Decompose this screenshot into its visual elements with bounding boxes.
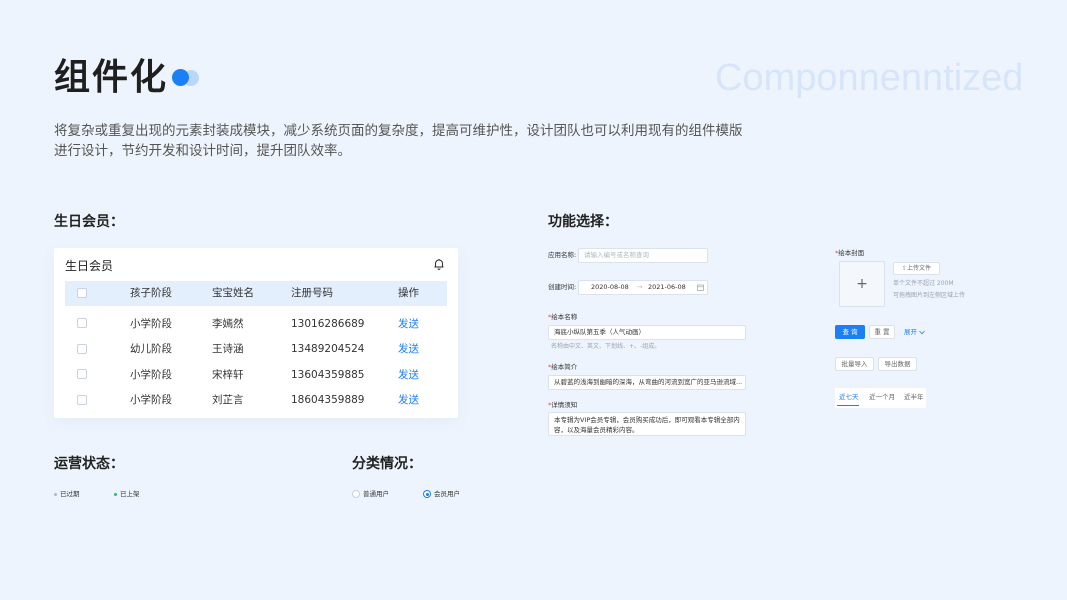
cell-name: 王诗涵 — [212, 343, 244, 355]
page-description: 将复杂或重复出现的元素封装成模块，减少系统页面的复杂度，提高可维护性，设计团队也… — [54, 123, 743, 159]
date-range-picker[interactable]: 2020-08-08 → 2021-06-08 — [578, 280, 708, 295]
radio-member-user-label: 会员用户 — [434, 490, 460, 498]
cover-label: *绘本封面 — [835, 249, 865, 257]
column-header-name: 宝宝姓名 — [212, 287, 254, 299]
tab-last-month[interactable]: 近一个月 — [869, 393, 895, 402]
row-checkbox[interactable] — [77, 369, 87, 379]
export-data-button[interactable]: 导出数据 — [878, 357, 917, 371]
cell-stage: 幼儿阶段 — [130, 343, 172, 355]
book-intro-label: *绘本简介 — [548, 363, 578, 371]
page-title: 组件化 — [54, 57, 169, 98]
column-header-phone: 注册号码 — [291, 287, 333, 299]
row-checkbox[interactable] — [77, 344, 87, 354]
notice-label: *详情须知 — [548, 401, 578, 409]
status-listed-label: 已上架 — [120, 490, 140, 498]
radio-member-user[interactable] — [423, 490, 431, 498]
tab-last-half-year[interactable]: 近半年 — [904, 393, 924, 402]
status-expired-label: 已过期 — [60, 490, 80, 498]
cover-upload-area[interactable]: + — [839, 261, 885, 307]
cell-stage: 小学阶段 — [130, 318, 172, 330]
upload-hint-size: 单个文件不超过 200M — [893, 280, 954, 287]
app-name-placeholder: 请输入编号或名称查询 — [584, 251, 649, 259]
cell-phone: 13604359885 — [291, 369, 365, 381]
member-section-heading: 生日会员： — [54, 214, 124, 230]
row-checkbox[interactable] — [77, 318, 87, 328]
expired-status-dot — [54, 493, 57, 496]
notice-line-1: 本专辑为VIP会员专辑，会员购买成功后，即可观看本专辑全部内 — [554, 416, 740, 424]
notice-line-2: 容，以及海量会员精彩内容。 — [554, 426, 639, 434]
book-name-input[interactable]: 海底小纵队第五季（人气动画） — [548, 325, 746, 340]
radio-normal-user[interactable] — [352, 490, 360, 498]
row-checkbox[interactable] — [77, 395, 87, 405]
send-link[interactable]: 发送 — [398, 317, 419, 331]
expand-toggle[interactable]: 展开 — [904, 328, 925, 337]
cell-phone: 13489204524 — [291, 343, 365, 355]
cell-stage: 小学阶段 — [130, 394, 172, 406]
reset-button[interactable]: 重 置 — [869, 325, 895, 339]
cell-name: 李嫣然 — [212, 318, 244, 330]
batch-import-button[interactable]: 批量导入 — [835, 357, 874, 371]
upload-hint-drag: 可拖拽图片到左侧区域上传 — [893, 292, 966, 299]
upload-file-button[interactable]: ⇪上传文件 — [893, 262, 940, 275]
tab-last-7-days[interactable]: 近七天 — [839, 393, 859, 402]
app-name-input[interactable]: 请输入编号或名称查询 — [578, 248, 708, 263]
app-name-label: 应用名称: — [548, 251, 577, 259]
date-separator-icon: → — [637, 283, 643, 291]
notice-textarea[interactable]: 本专辑为VIP会员专辑，会员购买成功后，即可观看本专辑全部内 容，以及海量会员精… — [548, 412, 746, 436]
bell-icon[interactable] — [432, 257, 446, 271]
cell-phone: 13016286689 — [291, 318, 365, 330]
cell-stage: 小学阶段 — [130, 369, 172, 381]
status-section-heading: 运营状态： — [54, 456, 124, 472]
time-range-tabs: 近七天 近一个月 近半年 — [835, 388, 926, 408]
listed-status-dot — [114, 493, 117, 496]
cell-name: 宋梓轩 — [212, 369, 244, 381]
card-title: 生日会员 — [65, 259, 114, 273]
book-name-hint: 名称由中文、英文、下划线、+、-组成。 — [551, 343, 661, 350]
cell-phone: 18604359889 — [291, 394, 365, 406]
select-all-checkbox[interactable] — [77, 288, 87, 298]
book-intro-input[interactable]: 从碧蓝的浅海到幽暗的深海，从弯曲的河流到宽广的亚马逊流域... — [548, 375, 746, 390]
function-section-heading: 功能选择： — [548, 214, 618, 230]
table-header: 孩子阶段 宝宝姓名 注册号码 操作 — [65, 281, 447, 306]
active-tab-indicator — [837, 405, 859, 406]
column-header-stage: 孩子阶段 — [130, 287, 172, 299]
send-link[interactable]: 发送 — [398, 368, 419, 382]
calendar-icon — [697, 284, 704, 291]
chevron-down-icon — [919, 330, 925, 334]
cell-name: 刘芷言 — [212, 394, 244, 406]
decorative-dot-accent — [172, 69, 189, 86]
category-section-heading: 分类情况： — [352, 456, 422, 472]
birthday-member-card: 生日会员 孩子阶段 宝宝姓名 注册号码 操作 小学阶段 李嫣然 13016286… — [54, 248, 458, 418]
column-header-action: 操作 — [398, 287, 419, 299]
date-end: 2021-06-08 — [648, 283, 686, 291]
book-name-label: *绘本名称 — [548, 313, 578, 321]
send-link[interactable]: 发送 — [398, 342, 419, 356]
plus-icon: + — [856, 276, 868, 292]
date-start: 2020-08-08 — [591, 283, 629, 291]
created-time-label: 创建时间: — [548, 283, 577, 291]
radio-normal-user-label: 普通用户 — [363, 490, 389, 498]
query-button[interactable]: 查 询 — [835, 325, 865, 339]
send-link[interactable]: 发送 — [398, 393, 419, 407]
watermark-text: Componnenntized — [715, 57, 1024, 99]
